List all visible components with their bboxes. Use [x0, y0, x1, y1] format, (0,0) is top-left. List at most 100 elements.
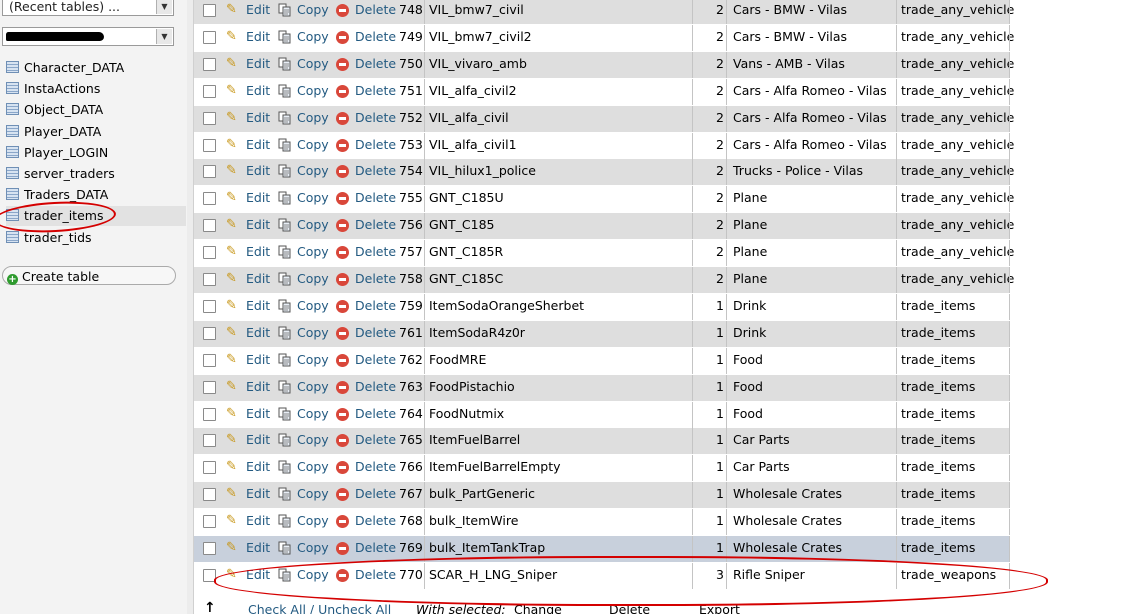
copy-icon[interactable]	[278, 514, 292, 528]
copy-link[interactable]: Copy	[297, 482, 329, 508]
row-checkbox[interactable]	[203, 57, 216, 71]
row-checkbox[interactable]	[203, 30, 216, 44]
pencil-icon[interactable]: ✎	[226, 186, 237, 212]
pencil-icon[interactable]: ✎	[226, 106, 237, 132]
row-checkbox[interactable]	[203, 407, 216, 421]
delete-link[interactable]: Delete	[355, 213, 396, 239]
pencil-icon[interactable]: ✎	[226, 455, 237, 481]
sidebar-table-traders-data[interactable]: Traders_DATA	[6, 185, 186, 205]
delete-link[interactable]: Delete	[355, 0, 396, 24]
pencil-icon[interactable]: ✎	[226, 79, 237, 105]
row-checkbox[interactable]	[203, 299, 216, 313]
edit-link[interactable]: Edit	[246, 482, 270, 508]
copy-icon[interactable]	[278, 487, 292, 501]
pencil-icon[interactable]: ✎	[226, 213, 237, 239]
delete-link[interactable]: Delete	[355, 52, 396, 78]
edit-link[interactable]: Edit	[246, 267, 270, 293]
delete-link[interactable]: Delete	[355, 240, 396, 266]
delete-icon[interactable]	[336, 57, 349, 71]
copy-icon[interactable]	[278, 30, 292, 44]
delete-icon[interactable]	[336, 434, 349, 448]
recent-tables-select[interactable]: (Recent tables) ... ▼	[2, 0, 174, 16]
row-checkbox[interactable]	[203, 542, 216, 555]
edit-link[interactable]: Edit	[246, 375, 270, 401]
pencil-icon[interactable]: ✎	[226, 509, 237, 535]
edit-link[interactable]: Edit	[246, 106, 270, 132]
row-checkbox[interactable]	[203, 138, 216, 152]
delete-icon[interactable]	[336, 353, 349, 367]
copy-icon[interactable]	[278, 191, 292, 205]
row-checkbox[interactable]	[203, 461, 216, 475]
edit-link[interactable]: Edit	[246, 455, 270, 481]
copy-link[interactable]: Copy	[297, 294, 329, 320]
copy-link[interactable]: Copy	[297, 25, 329, 51]
delete-icon[interactable]	[336, 84, 349, 98]
delete-icon[interactable]	[336, 219, 349, 233]
sidebar-table-server-traders[interactable]: server_traders	[6, 164, 186, 184]
edit-link[interactable]: Edit	[246, 402, 270, 428]
delete-link[interactable]: Delete	[355, 509, 396, 535]
delete-icon[interactable]	[336, 380, 349, 394]
delete-icon[interactable]	[336, 488, 349, 502]
pencil-icon[interactable]: ✎	[226, 133, 237, 159]
copy-link[interactable]: Copy	[297, 267, 329, 293]
delete-icon[interactable]	[336, 515, 349, 529]
copy-icon[interactable]	[278, 299, 292, 313]
row-checkbox[interactable]	[203, 165, 216, 179]
pencil-icon[interactable]: ✎	[226, 240, 237, 266]
copy-icon[interactable]	[278, 326, 292, 340]
edit-link[interactable]: Edit	[246, 52, 270, 78]
copy-link[interactable]: Copy	[297, 402, 329, 428]
edit-link[interactable]: Edit	[246, 159, 270, 185]
delete-icon[interactable]	[336, 165, 349, 179]
copy-icon[interactable]	[278, 138, 292, 152]
dropdown-arrow-icon[interactable]: ▼	[156, 29, 172, 44]
copy-icon[interactable]	[278, 541, 292, 555]
edit-link[interactable]: Edit	[246, 536, 270, 562]
row-checkbox[interactable]	[203, 273, 216, 286]
delete-link[interactable]: Delete	[355, 186, 396, 212]
edit-link[interactable]: Edit	[246, 25, 270, 51]
copy-link[interactable]: Copy	[297, 106, 329, 132]
copy-link[interactable]: Copy	[297, 213, 329, 239]
delete-link[interactable]: Delete	[355, 267, 396, 293]
delete-link[interactable]: Delete	[355, 321, 396, 347]
pencil-icon[interactable]: ✎	[226, 159, 237, 185]
row-checkbox[interactable]	[203, 4, 216, 17]
sidebar-table-player-data[interactable]: Player_DATA	[6, 122, 186, 142]
pencil-icon[interactable]: ✎	[226, 25, 237, 51]
copy-link[interactable]: Copy	[297, 536, 329, 562]
delete-icon[interactable]	[336, 407, 349, 421]
row-checkbox[interactable]	[203, 380, 216, 394]
row-checkbox[interactable]	[203, 246, 216, 260]
pencil-icon[interactable]: ✎	[226, 402, 237, 428]
copy-icon[interactable]	[278, 111, 292, 125]
delete-icon[interactable]	[336, 461, 349, 475]
copy-link[interactable]: Copy	[297, 375, 329, 401]
copy-link[interactable]: Copy	[297, 321, 329, 347]
pencil-icon[interactable]: ✎	[226, 267, 237, 293]
sidebar-table-instaactions[interactable]: InstaActions	[6, 79, 186, 99]
delete-link[interactable]: Delete	[355, 133, 396, 159]
copy-icon[interactable]	[278, 164, 292, 178]
copy-icon[interactable]	[278, 218, 292, 232]
delete-icon[interactable]	[336, 111, 349, 125]
delete-icon[interactable]	[336, 138, 349, 152]
delete-link[interactable]: Delete	[355, 294, 396, 320]
edit-link[interactable]: Edit	[246, 240, 270, 266]
pencil-icon[interactable]: ✎	[226, 0, 237, 24]
pencil-icon[interactable]: ✎	[226, 52, 237, 78]
check-all-link[interactable]: Check All / Uncheck All	[248, 602, 391, 614]
copy-icon[interactable]	[278, 433, 292, 447]
delete-icon[interactable]	[336, 246, 349, 260]
delete-icon[interactable]	[336, 542, 349, 555]
copy-icon[interactable]	[278, 245, 292, 259]
delete-link[interactable]: Delete	[355, 159, 396, 185]
copy-link[interactable]: Copy	[297, 509, 329, 535]
database-select[interactable]: ▼	[2, 27, 174, 46]
copy-icon[interactable]	[278, 84, 292, 98]
delete-icon[interactable]	[336, 4, 349, 17]
row-checkbox[interactable]	[203, 434, 216, 448]
copy-link[interactable]: Copy	[297, 428, 329, 454]
row-checkbox[interactable]	[203, 111, 216, 125]
